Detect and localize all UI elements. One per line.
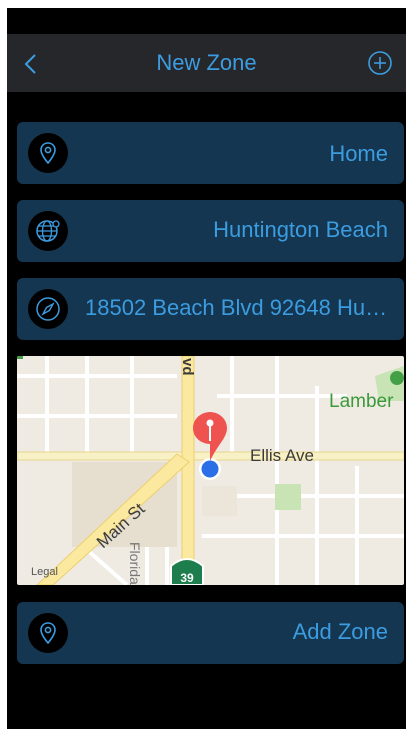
globe-icon [28, 211, 68, 251]
status-bar [7, 8, 406, 34]
add-zone-button[interactable]: Add Zone [17, 602, 404, 664]
route-badge-label: 39 [180, 571, 194, 585]
zone-address-value: 18502 Beach Blvd 92648 Huntington Beach [85, 295, 388, 320]
map-view[interactable]: 39 Ellis Ave Main St Florida vd Lamber L… [17, 356, 404, 585]
plus-circle-icon [368, 51, 392, 75]
map-label-florida: Florida [127, 542, 143, 585]
phone-screen: New Zone Home Huntington Beach 18502 Bea… [7, 8, 406, 729]
page-title: New Zone [156, 50, 257, 75]
zone-name-field[interactable] [83, 134, 390, 174]
map-label-lamber: Lamber [329, 391, 394, 412]
zone-address-row[interactable]: 18502 Beach Blvd 92648 Huntington Beach [17, 278, 404, 340]
zone-city-row[interactable]: Huntington Beach [17, 200, 404, 262]
map-label-blvd: vd [179, 358, 196, 376]
compass-icon [28, 289, 68, 329]
zone-name-row[interactable] [17, 122, 404, 184]
add-button[interactable] [366, 49, 394, 77]
location-pin-icon [28, 613, 68, 653]
location-pin-icon [28, 133, 68, 173]
map-label-ellis: Ellis Ave [250, 446, 314, 465]
map-canvas: 39 Ellis Ave Main St Florida vd Lamber L… [17, 356, 404, 585]
zone-city-value: Huntington Beach [213, 217, 388, 242]
nav-bar: New Zone [7, 34, 406, 92]
map-legal-link[interactable]: Legal [31, 566, 58, 578]
add-zone-label: Add Zone [292, 619, 388, 644]
